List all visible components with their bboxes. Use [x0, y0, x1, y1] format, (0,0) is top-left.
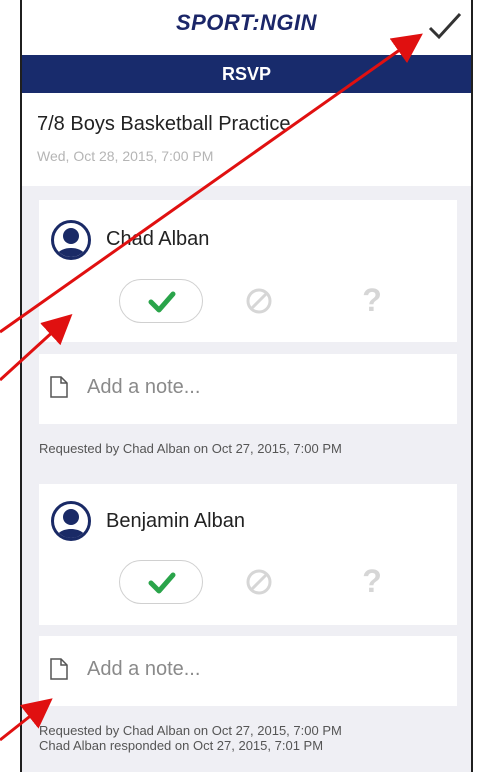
rsvp-no-button[interactable] — [244, 286, 274, 316]
sportngin-logo: SPORT:NGIN — [175, 10, 318, 35]
request-line: Requested by Chad Alban on Oct 27, 2015,… — [39, 723, 342, 738]
event-title: 7/8 Boys Basketball Practice — [37, 113, 291, 135]
confirm-checkmark-button[interactable] — [427, 10, 463, 42]
note-placeholder: Add a note... — [87, 658, 201, 680]
attendee-card-benjamin: Benjamin Alban ? — [39, 484, 457, 625]
rsvp-no-button[interactable] — [244, 567, 274, 597]
green-check-icon — [148, 572, 176, 594]
rsvp-yes-button[interactable] — [119, 279, 203, 323]
question-mark-icon: ? — [362, 563, 382, 599]
checkmark-icon — [428, 12, 462, 40]
avatar — [51, 501, 91, 541]
no-entry-icon — [246, 288, 272, 314]
phone-screen: SPORT:NGIN RSVP 7/8 Boys Basketball Prac… — [20, 0, 473, 772]
question-mark-icon: ? — [362, 282, 382, 318]
note-placeholder: Add a note... — [87, 376, 201, 398]
document-icon — [50, 658, 68, 680]
attendee-card-chad: Chad Alban ? — [39, 200, 457, 342]
page-title: RSVP — [22, 55, 471, 93]
request-info: Requested by Chad Alban on Oct 27, 2015,… — [39, 441, 342, 456]
attendee-name: Chad Alban — [106, 228, 210, 250]
response-line: Chad Alban responded on Oct 27, 2015, 7:… — [39, 738, 324, 753]
avatar — [51, 220, 91, 260]
note-field-chad[interactable]: Add a note... — [39, 354, 457, 424]
user-silhouette-icon — [56, 228, 86, 257]
request-info: Requested by Chad Alban on Oct 27, 2015,… — [39, 723, 342, 753]
event-date: Wed, Oct 28, 2015, 7:00 PM — [37, 148, 214, 164]
top-bar: SPORT:NGIN — [22, 0, 471, 55]
no-entry-icon — [246, 569, 272, 595]
rsvp-maybe-button[interactable]: ? — [357, 561, 387, 601]
request-line: Requested by Chad Alban on Oct 27, 2015,… — [39, 441, 342, 456]
rsvp-yes-button[interactable] — [119, 560, 203, 604]
user-silhouette-icon — [56, 509, 86, 538]
document-icon — [50, 376, 68, 398]
event-header: 7/8 Boys Basketball Practice Wed, Oct 28… — [22, 93, 471, 186]
rsvp-maybe-button[interactable]: ? — [357, 280, 387, 320]
note-field-benjamin[interactable]: Add a note... — [39, 636, 457, 706]
attendee-name: Benjamin Alban — [106, 510, 245, 532]
green-check-icon — [148, 291, 176, 313]
